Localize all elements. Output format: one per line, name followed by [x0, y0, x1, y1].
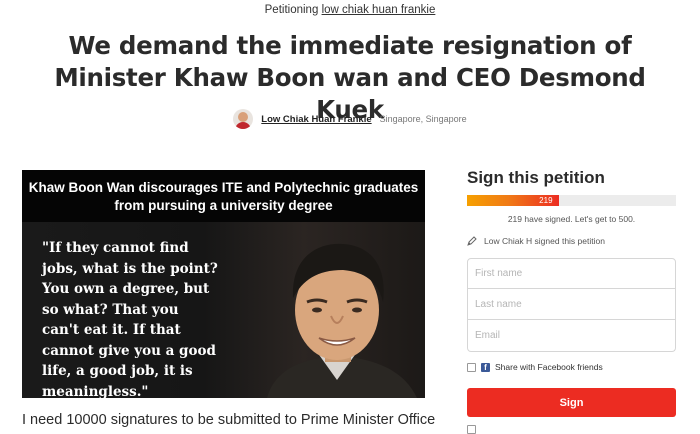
recent-signer-text: Low Chiak H signed this petition	[484, 236, 605, 246]
email-input[interactable]	[467, 320, 676, 352]
petition-description: I need 10000 signatures to be submitted …	[22, 412, 436, 428]
pencil-icon	[467, 236, 477, 246]
author-row: Low Chiak Huan Frankie Singapore, Singap…	[0, 108, 700, 130]
first-name-input[interactable]	[467, 258, 676, 289]
last-name-input[interactable]	[467, 289, 676, 320]
sign-button[interactable]: Sign	[467, 388, 676, 417]
petitioning-prefix: Petitioning	[264, 4, 319, 16]
sign-panel-title: Sign this petition	[467, 168, 605, 187]
petitioning-line: Petitioning low chiak huan frankie	[0, 4, 700, 16]
author-name-link[interactable]: Low Chiak Huan Frankie	[261, 114, 371, 125]
image-quote: "If they cannot find jobs, what is the p…	[42, 240, 218, 398]
petition-target-link[interactable]: low chiak huan frankie	[322, 4, 436, 16]
facebook-share-row: f Share with Facebook friends	[467, 362, 603, 372]
signature-progress-bar: 219	[467, 195, 676, 206]
image-caption: Khaw Boon Wan discourages ITE and Polyte…	[22, 170, 425, 222]
author-location: Singapore, Singapore	[379, 114, 467, 124]
facebook-icon: f	[481, 362, 490, 372]
progress-count: 219	[539, 196, 553, 205]
facebook-share-checkbox[interactable]	[467, 362, 476, 372]
person-photo	[267, 243, 417, 398]
petition-image: Khaw Boon Wan discourages ITE and Polyte…	[22, 170, 425, 398]
signature-progress-fill: 219	[467, 195, 559, 206]
signed-count-text: 219 have signed. Let's get to 500.	[507, 214, 636, 224]
avatar[interactable]	[233, 109, 254, 129]
recent-signer: Low Chiak H signed this petition	[467, 236, 605, 246]
facebook-share-label: Share with Facebook friends	[495, 362, 603, 372]
